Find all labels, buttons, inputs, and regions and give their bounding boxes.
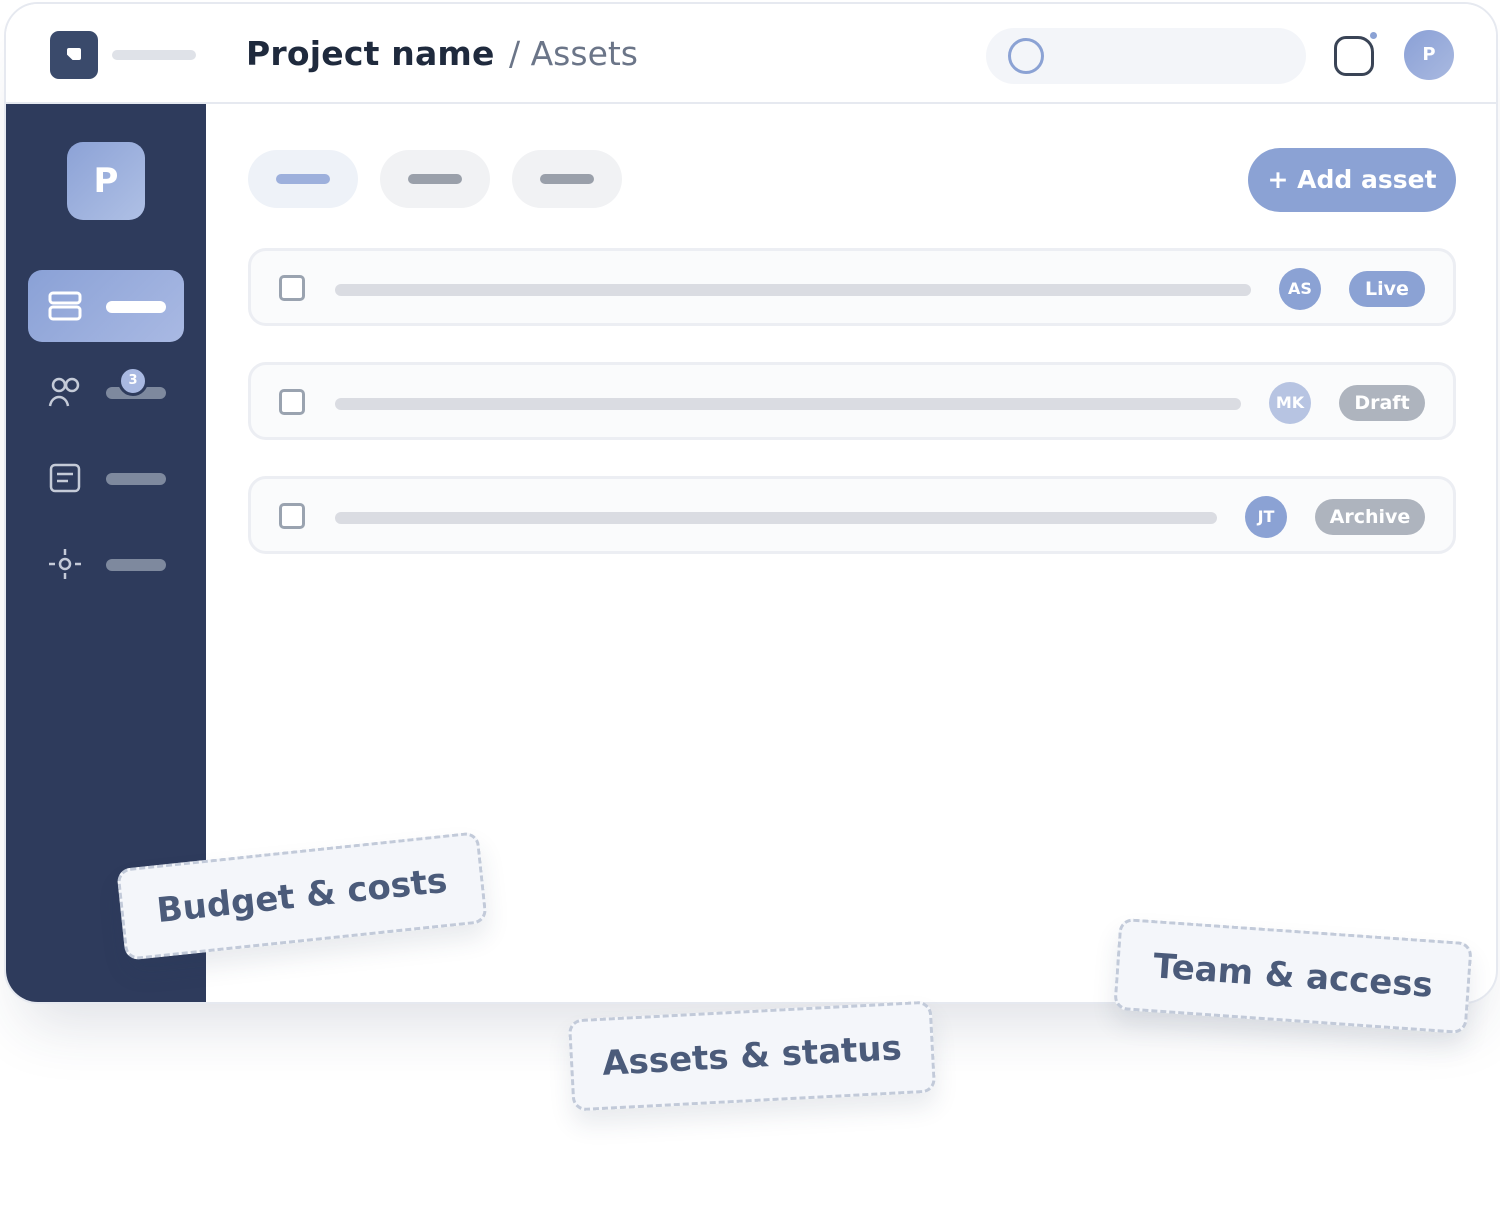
- sidebar-item-documents[interactable]: [28, 442, 184, 514]
- owner-avatar: MK: [1269, 382, 1311, 424]
- row-checkbox[interactable]: [279, 275, 305, 301]
- sidebar-item-assets[interactable]: [28, 270, 184, 342]
- asset-name-placeholder: [335, 512, 1217, 524]
- sidebar-item-settings[interactable]: [28, 528, 184, 600]
- asset-row[interactable]: AS Live: [248, 248, 1456, 326]
- app-window: Project name / Assets P P 3 + Add asset …: [4, 2, 1498, 1004]
- status-badge: Live: [1349, 271, 1425, 307]
- search-icon: [1008, 38, 1044, 74]
- bell-icon[interactable]: [1334, 36, 1374, 76]
- owner-avatar: AS: [1279, 268, 1321, 310]
- status-badge: Draft: [1339, 385, 1425, 421]
- row-checkbox[interactable]: [279, 389, 305, 415]
- filter-tab-2[interactable]: [380, 150, 490, 208]
- asset-row[interactable]: JT Archive: [248, 476, 1456, 554]
- row-checkbox[interactable]: [279, 503, 305, 529]
- add-asset-button[interactable]: + Add asset: [1248, 148, 1456, 212]
- status-badge: Archive: [1315, 499, 1425, 535]
- breadcrumb[interactable]: / Assets: [509, 34, 638, 73]
- filter-tab-1[interactable]: [248, 150, 358, 208]
- top-bar: Project name / Assets P: [6, 4, 1496, 104]
- cards-icon: [48, 291, 82, 321]
- asset-row[interactable]: MK Draft: [248, 362, 1456, 440]
- sidebar-item-label: [106, 473, 166, 485]
- filter-tab-3[interactable]: [512, 150, 622, 208]
- sidebar-item-label: [106, 559, 166, 571]
- sidebar-item-label: [106, 301, 166, 313]
- asset-name-placeholder: [335, 284, 1251, 296]
- team-count-badge: 3: [118, 366, 148, 396]
- owner-avatar: JT: [1245, 496, 1287, 538]
- page-title: Project name: [246, 34, 495, 73]
- search-input[interactable]: [986, 28, 1306, 84]
- asset-name-placeholder: [335, 398, 1241, 410]
- feature-card-assets: Assets & status: [567, 1000, 937, 1112]
- sidebar-item-team[interactable]: [28, 356, 184, 428]
- notification-dot: [1368, 30, 1379, 41]
- user-avatar[interactable]: P: [1404, 30, 1454, 80]
- settings-icon: [49, 549, 81, 579]
- logo-icon[interactable]: [50, 31, 98, 79]
- workspace-logo[interactable]: P: [67, 142, 145, 220]
- document-icon: [49, 463, 81, 493]
- team-icon: [48, 377, 80, 407]
- app-name-placeholder: [112, 50, 196, 60]
